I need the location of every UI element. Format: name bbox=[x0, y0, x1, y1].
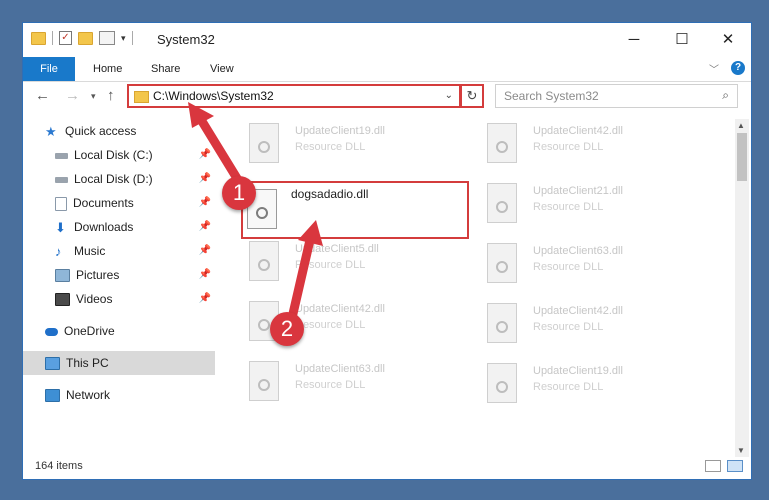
step-1-badge: 1 bbox=[222, 176, 256, 210]
arrow-2-shaft bbox=[287, 235, 315, 323]
arrow-2-head bbox=[298, 220, 323, 246]
arrow-1-shaft bbox=[195, 113, 243, 185]
step-2-badge: 2 bbox=[270, 312, 304, 346]
annotation-arrows bbox=[188, 102, 323, 323]
